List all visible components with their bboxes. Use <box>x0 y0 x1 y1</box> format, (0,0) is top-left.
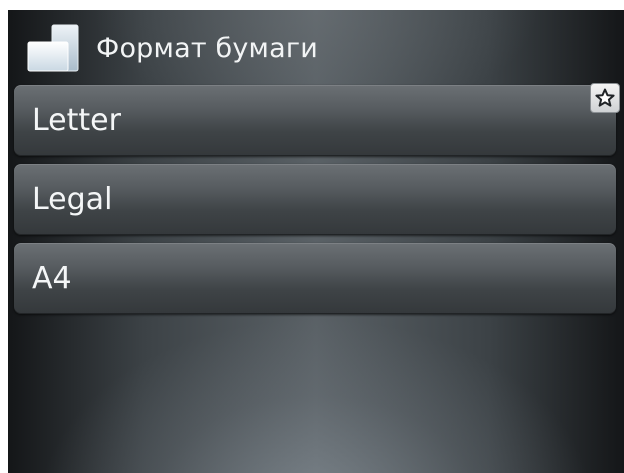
list-item-letter[interactable]: Letter <box>14 83 620 156</box>
list-item-label: A4 <box>32 261 72 296</box>
paper-size-icon <box>26 24 86 72</box>
printer-screen: Формат бумаги Letter Legal A4 <box>8 10 624 473</box>
list-item-label: Letter <box>32 103 121 138</box>
star-icon <box>590 83 620 113</box>
list-item-label: Legal <box>32 182 113 217</box>
list-item-legal[interactable]: Legal <box>14 164 616 235</box>
header: Формат бумаги <box>8 10 624 84</box>
paper-size-list: Letter Legal A4 <box>14 83 620 322</box>
page-title: Формат бумаги <box>96 33 319 64</box>
list-item-a4[interactable]: A4 <box>14 243 616 314</box>
